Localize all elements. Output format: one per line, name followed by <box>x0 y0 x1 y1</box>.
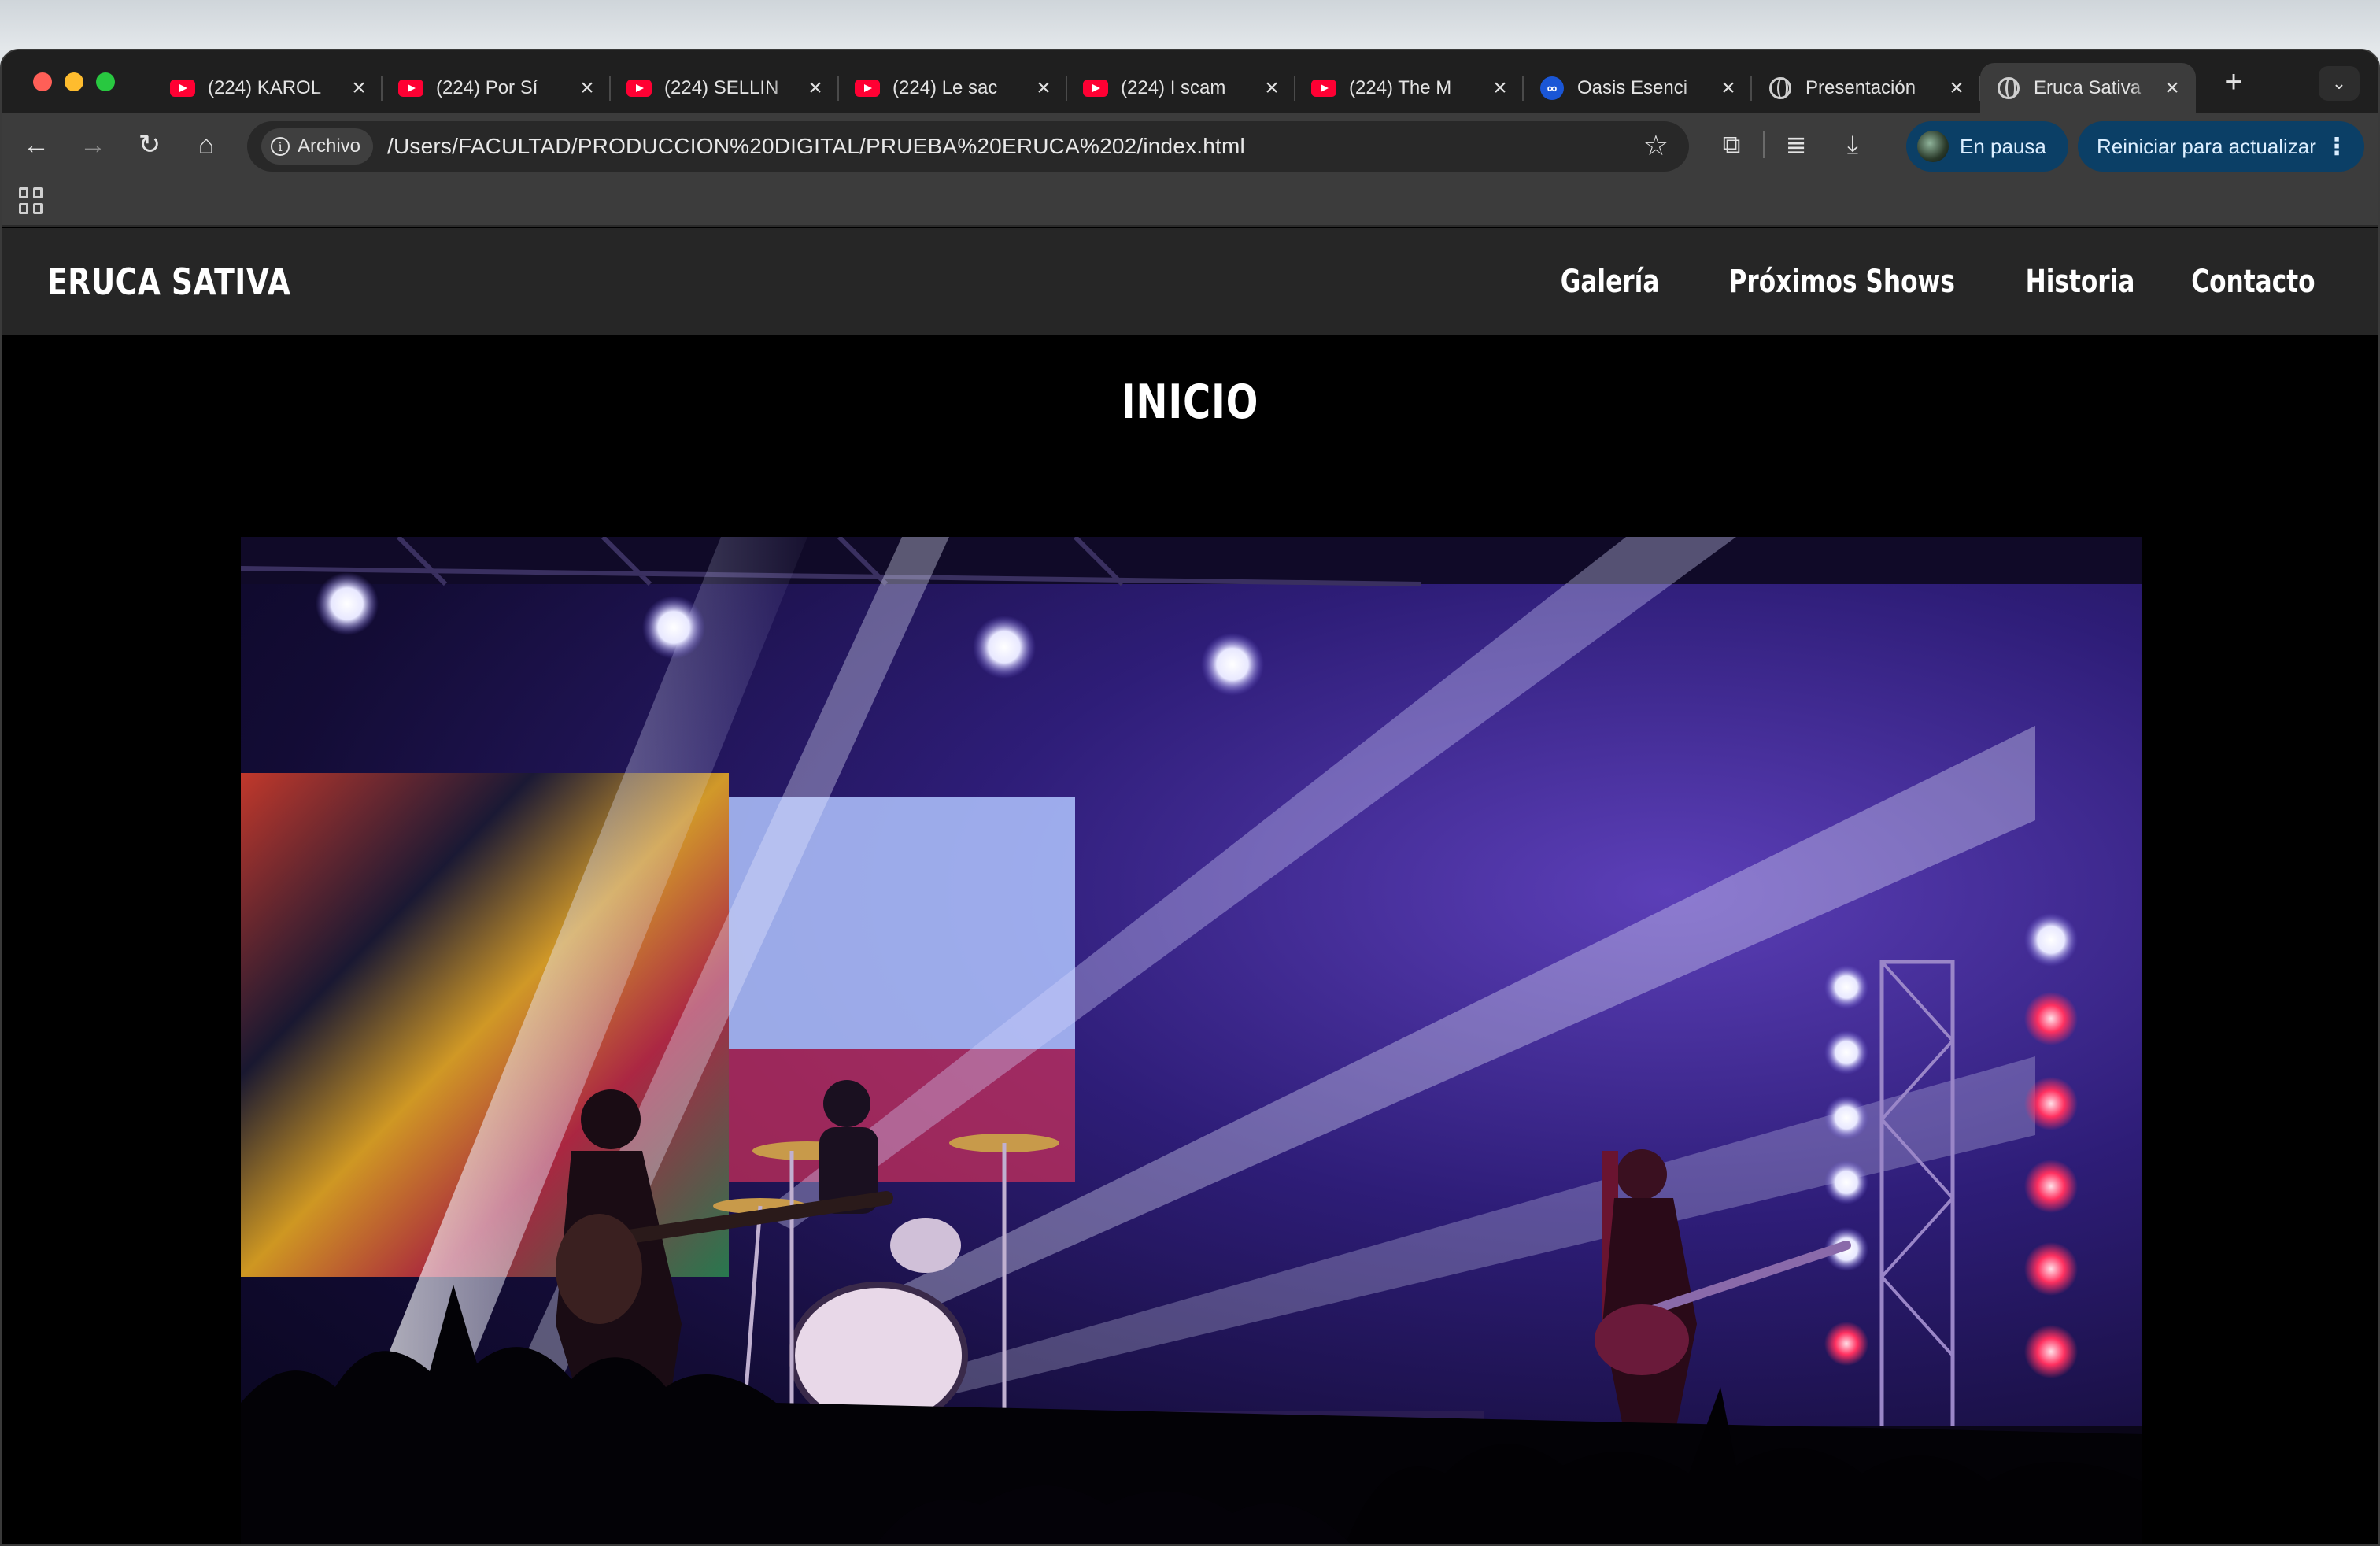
maximize-window-button[interactable] <box>96 72 115 91</box>
tab-6[interactable]: ∞ Oasis Esenci × <box>1524 63 1752 113</box>
youtube-icon <box>1083 76 1108 101</box>
home-icon[interactable]: ⌂ <box>178 117 235 173</box>
concert-illustration <box>241 537 2142 1544</box>
tab-title: (224) I scam <box>1121 77 1226 98</box>
site-nav: Galería Próximos Shows Historia Contacto <box>1547 264 2333 300</box>
concert-photo <box>241 537 2142 1544</box>
extensions-puzzle-icon[interactable]: ⧉ <box>1706 117 1757 173</box>
tab-close-icon[interactable]: × <box>1717 75 1739 102</box>
site-brand[interactable]: ERUCA SATIVA <box>47 261 290 303</box>
forward-arrow-icon[interactable]: → <box>65 117 121 173</box>
tab-1[interactable]: (224) Por Sí × <box>382 63 611 113</box>
tab-title: (224) SELLIN <box>664 77 779 98</box>
globe-icon <box>1996 76 2021 101</box>
minimize-window-button[interactable] <box>65 72 83 91</box>
tab-close-icon[interactable]: × <box>2161 75 2183 102</box>
restart-to-update-button[interactable]: Reiniciar para actualizar ⋮ <box>2078 121 2364 172</box>
avatar <box>1917 131 1949 162</box>
tab-search-chevron-icon[interactable]: ⌄ <box>2319 66 2360 101</box>
tab-close-icon[interactable]: × <box>1489 75 1511 102</box>
tab-close-icon[interactable]: × <box>576 75 598 102</box>
apps-grid-icon[interactable] <box>19 187 46 214</box>
nav-link-contacto[interactable]: Contacto <box>2191 264 2315 300</box>
tab-2[interactable]: (224) SELLIN × <box>611 63 839 113</box>
tab-title: Presentación <box>1805 77 1916 98</box>
url-text[interactable]: /Users/FACULTAD/PRODUCCION%20DIGITAL/PRU… <box>387 134 1245 159</box>
tab-3[interactable]: (224) Le sac × <box>839 63 1067 113</box>
info-icon: i <box>271 137 290 156</box>
close-window-button[interactable] <box>33 72 52 91</box>
tab-active[interactable]: Eruca Sativa × <box>1980 63 2196 113</box>
youtube-icon <box>398 76 423 101</box>
nav-link-historia[interactable]: Historia <box>2026 264 2135 300</box>
youtube-icon <box>1311 76 1336 101</box>
new-tab-button[interactable]: + <box>2216 65 2251 100</box>
youtube-icon <box>855 76 880 101</box>
tab-close-icon[interactable]: × <box>804 75 826 102</box>
site-info-chip[interactable]: i Archivo <box>261 128 374 165</box>
browser-toolbar: ← → ↻ ⌂ i Archivo /Users/FACULTAD/PRODUC… <box>2 113 2378 176</box>
profile-status-label: En pausa <box>1960 134 2046 158</box>
youtube-icon <box>170 76 195 101</box>
tab-title: Oasis Esenci <box>1577 77 1688 98</box>
tab-5[interactable]: (224) The M × <box>1295 63 1524 113</box>
toolbar-divider <box>1763 131 1765 158</box>
tab-title: (224) The M <box>1349 77 1452 98</box>
tab-4[interactable]: (224) I scam × <box>1067 63 1295 113</box>
window-controls <box>33 72 115 91</box>
tab-close-icon[interactable]: × <box>1261 75 1283 102</box>
bookmarks-bar <box>2 176 2378 227</box>
web-page: ERUCA SATIVA Galería Próximos Shows Hist… <box>2 228 2378 1544</box>
tab-close-icon[interactable]: × <box>1946 75 1968 102</box>
more-menu-icon[interactable]: ⋮ <box>2325 133 2349 161</box>
page-title: INICIO <box>1121 375 1259 430</box>
tab-title: (224) Por Sí <box>436 77 538 98</box>
site-header: ERUCA SATIVA Galería Próximos Shows Hist… <box>2 228 2378 335</box>
reload-icon[interactable]: ↻ <box>121 117 178 173</box>
tab-title: (224) Le sac <box>893 77 998 98</box>
restart-label: Reiniciar para actualizar <box>2097 134 2316 158</box>
media-queue-icon[interactable]: ≣ <box>1771 117 1821 173</box>
address-bar[interactable]: i Archivo /Users/FACULTAD/PRODUCCION%20D… <box>247 121 1689 172</box>
tab-title: (224) KAROL <box>208 77 322 98</box>
profile-button[interactable]: En pausa <box>1906 121 2068 172</box>
nav-link-galeria[interactable]: Galería <box>1560 264 1659 300</box>
tab-close-icon[interactable]: × <box>1033 75 1055 102</box>
tab-title: Eruca Sativa <box>2034 77 2142 98</box>
browser-window: (224) KAROL × (224) Por Sí × (224) SELLI… <box>0 49 2380 1546</box>
tab-close-icon[interactable]: × <box>348 75 370 102</box>
youtube-icon <box>626 76 652 101</box>
tab-strip: (224) KAROL × (224) Por Sí × (224) SELLI… <box>2 50 2378 113</box>
back-arrow-icon[interactable]: ← <box>8 117 65 173</box>
tab-0[interactable]: (224) KAROL × <box>154 63 382 113</box>
nav-link-proximos-shows[interactable]: Próximos Shows <box>1728 264 1954 300</box>
bookmark-star-icon[interactable]: ☆ <box>1643 129 1669 162</box>
site-info-label: Archivo <box>298 135 361 157</box>
desktop-background <box>0 0 2380 50</box>
tab-7[interactable]: Presentación × <box>1752 63 1980 113</box>
download-icon[interactable]: ⤓ <box>1828 117 1878 173</box>
oasis-icon: ∞ <box>1539 76 1565 101</box>
globe-icon <box>1768 76 1793 101</box>
